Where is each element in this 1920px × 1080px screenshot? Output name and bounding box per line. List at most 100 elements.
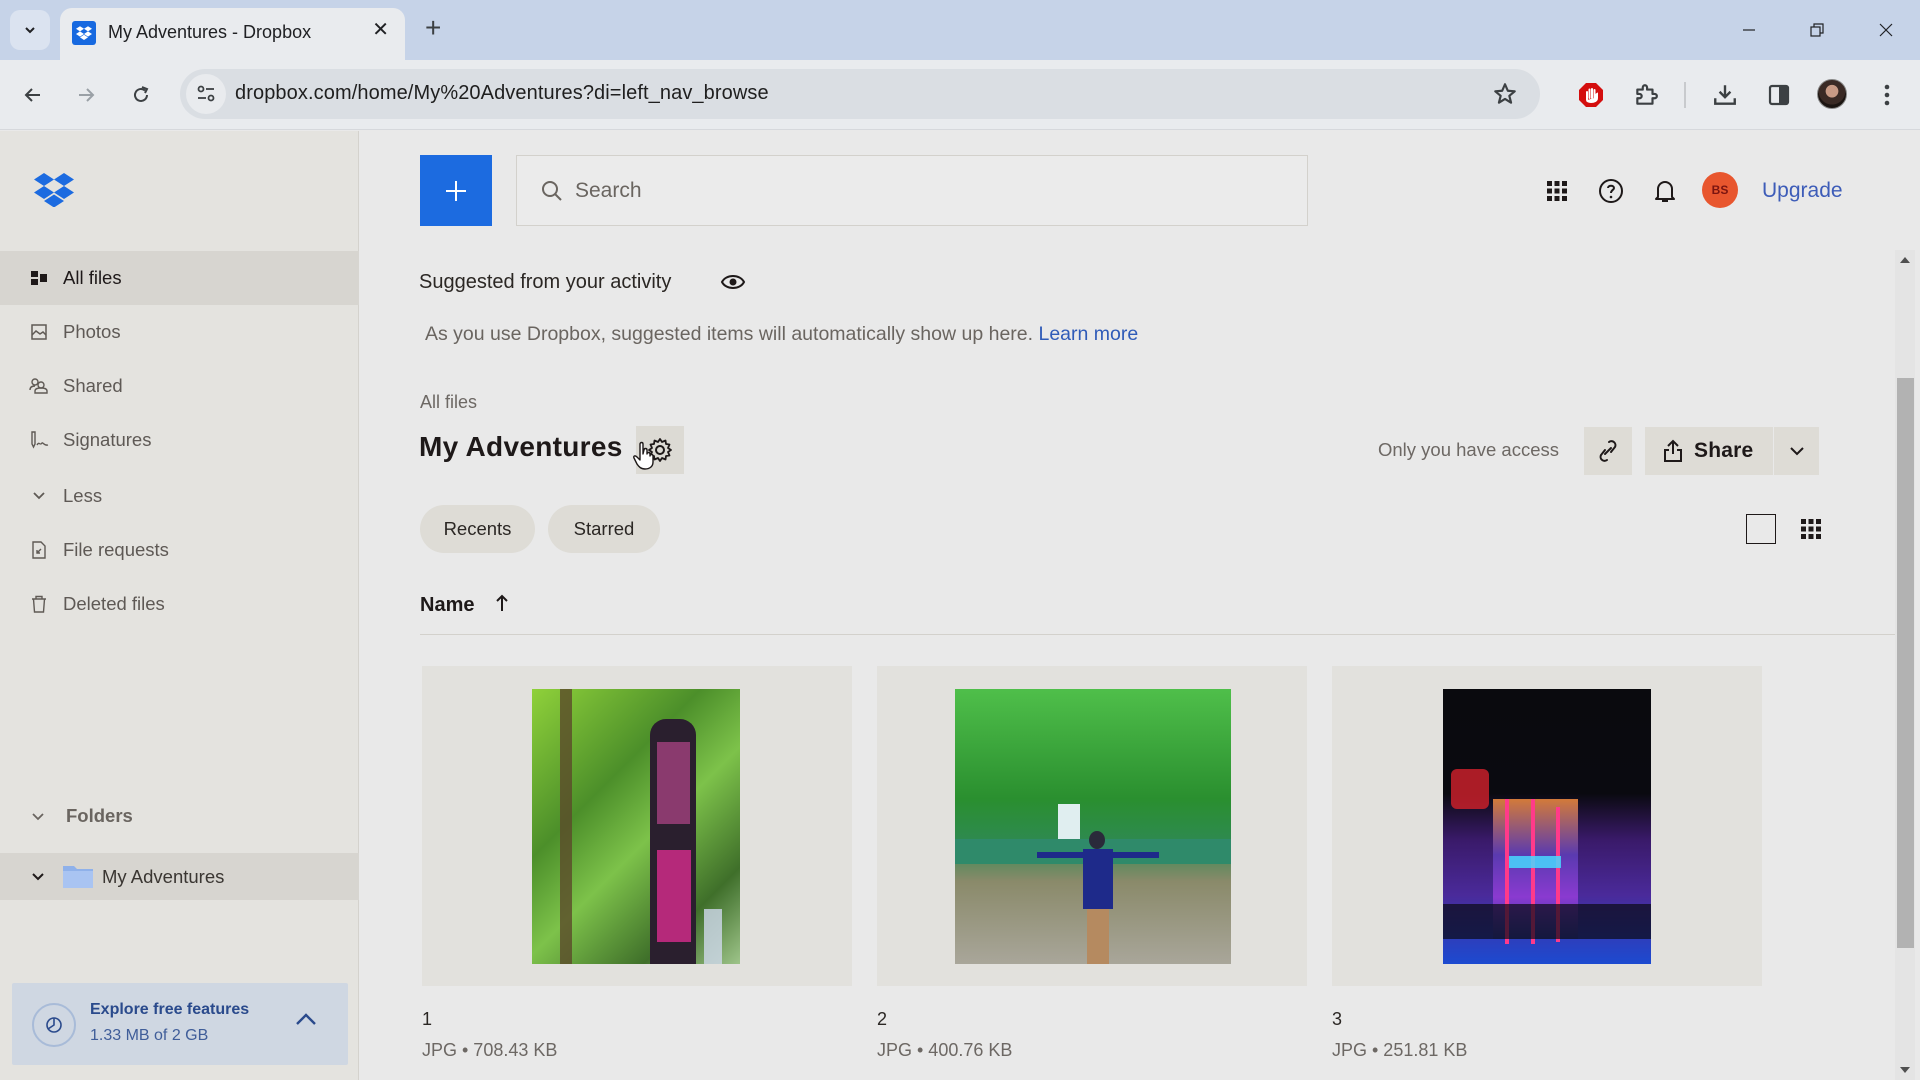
- learn-more-link[interactable]: Learn more: [1038, 323, 1138, 345]
- sidebar-item-label: Shared: [63, 375, 123, 396]
- bookmark-star-icon[interactable]: [1492, 81, 1518, 112]
- hand-cursor-icon: [633, 441, 654, 470]
- waterfall: [1058, 804, 1080, 839]
- crowd: [1443, 904, 1651, 939]
- sidebar-item-shared[interactable]: Shared: [0, 359, 359, 413]
- sort-ascending-arrow-icon[interactable]: [494, 593, 510, 613]
- sidebar-item-less[interactable]: Less: [0, 469, 359, 523]
- file-requests-icon: [28, 539, 50, 561]
- address-bar[interactable]: dropbox.com/home/My%20Adventures?di=left…: [180, 69, 1540, 119]
- dropbox-favicon: [72, 21, 96, 45]
- suggested-text: As you use Dropbox, suggested items will…: [425, 323, 1034, 345]
- dropbox-logo[interactable]: [34, 173, 74, 212]
- new-tab-icon[interactable]: +: [425, 14, 441, 42]
- profile-avatar[interactable]: [1817, 79, 1847, 109]
- eye-icon[interactable]: [720, 271, 746, 293]
- user-avatar[interactable]: BS: [1702, 172, 1738, 208]
- sidebar-item-label: Signatures: [63, 429, 152, 450]
- tree-trunk: [560, 689, 572, 964]
- forward-icon[interactable]: [67, 76, 105, 114]
- grid-view-icon[interactable]: [1800, 518, 1822, 540]
- tab-list-button[interactable]: [10, 10, 50, 50]
- scrollbar-thumb[interactable]: [1897, 378, 1914, 948]
- filter-chip-recents[interactable]: Recents: [420, 505, 535, 553]
- file-card[interactable]: [877, 666, 1307, 986]
- file-meta: JPG • 400.76 KB: [877, 1040, 1013, 1060]
- search-icon: [542, 181, 562, 201]
- site-info-icon[interactable]: [186, 74, 226, 114]
- menu-icon[interactable]: [1868, 76, 1906, 114]
- coca-cola-sign: [1451, 769, 1489, 809]
- notifications-bell-icon[interactable]: [1650, 176, 1680, 206]
- file-card[interactable]: [1332, 666, 1762, 986]
- folder-tree-item-my-adventures[interactable]: My Adventures: [0, 853, 359, 900]
- file-name[interactable]: 1: [422, 1009, 432, 1030]
- sidebar-item-label: Photos: [63, 321, 121, 342]
- sidebar: All files Photos Shared Signatures Less …: [0, 131, 359, 1080]
- chevron-up-icon[interactable]: [294, 1011, 318, 1027]
- folders-section-toggle[interactable]: Folders: [0, 795, 359, 839]
- sidebar-item-file-requests[interactable]: File requests: [0, 523, 359, 577]
- filter-chip-starred[interactable]: Starred: [548, 505, 660, 553]
- help-icon[interactable]: [1596, 176, 1626, 206]
- chevron-down-icon[interactable]: [31, 872, 45, 882]
- create-new-button[interactable]: [420, 155, 492, 226]
- photos-icon: [28, 321, 50, 343]
- hiker-arms: [1037, 852, 1159, 858]
- window-close-icon[interactable]: [1866, 12, 1906, 48]
- plus-icon: [446, 180, 466, 201]
- explore-free-features-panel[interactable]: Explore free features 1.33 MB of 2 GB: [12, 983, 348, 1065]
- chevron-down-icon: [25, 27, 35, 34]
- sidebar-item-label: File requests: [63, 539, 169, 560]
- url-text[interactable]: dropbox.com/home/My%20Adventures?di=left…: [235, 82, 769, 105]
- minimize-icon[interactable]: [1729, 12, 1769, 48]
- scroll-down-arrow-icon[interactable]: [1895, 1060, 1915, 1080]
- browser-tab-active[interactable]: My Adventures - Dropbox ✕: [60, 8, 405, 60]
- suggested-description: As you use Dropbox, suggested items will…: [425, 323, 1138, 346]
- share-label: Share: [1694, 439, 1754, 462]
- signatures-icon: [28, 429, 50, 451]
- browser-tab-bar: My Adventures - Dropbox ✕ +: [0, 0, 1920, 60]
- reload-icon[interactable]: [122, 76, 160, 114]
- header-divider: [420, 634, 1896, 635]
- thumbnail-citywalk-night: [1443, 689, 1651, 964]
- trash-icon: [28, 593, 50, 615]
- close-icon[interactable]: ✕: [372, 20, 389, 40]
- restore-icon[interactable]: [1797, 12, 1837, 48]
- sidebar-item-all-files[interactable]: All files: [0, 251, 359, 305]
- file-card[interactable]: [422, 666, 852, 986]
- page-scrollbar[interactable]: [1895, 250, 1915, 1080]
- copy-link-button[interactable]: [1584, 427, 1632, 475]
- sidebar-item-deleted-files[interactable]: Deleted files: [0, 577, 359, 631]
- share-options-dropdown[interactable]: [1774, 427, 1819, 475]
- adblock-icon[interactable]: [1572, 76, 1610, 114]
- storage-usage-text: 1.33 MB of 2 GB: [90, 1027, 209, 1044]
- extensions-icon[interactable]: [1627, 76, 1665, 114]
- hiker-body: [1083, 849, 1113, 909]
- search-input[interactable]: Search: [516, 155, 1308, 226]
- file-name[interactable]: 3: [1332, 1009, 1342, 1030]
- share-button[interactable]: Share: [1645, 427, 1773, 475]
- sidebar-item-photos[interactable]: Photos: [0, 305, 359, 359]
- app-grid-icon[interactable]: [1542, 176, 1572, 206]
- signpost-lower-sign: [657, 850, 691, 942]
- back-icon[interactable]: [14, 76, 52, 114]
- share-upload-icon: [1664, 439, 1682, 462]
- scroll-up-arrow-icon[interactable]: [1895, 250, 1915, 270]
- storage-usage-icon: [32, 1003, 76, 1047]
- side-panel-icon[interactable]: [1760, 76, 1798, 114]
- hiker-head: [1089, 831, 1105, 849]
- breadcrumb-all-files[interactable]: All files: [420, 392, 477, 413]
- link-icon: [1599, 440, 1617, 462]
- downloads-icon[interactable]: [1706, 76, 1744, 114]
- upgrade-link[interactable]: Upgrade: [1762, 179, 1843, 203]
- list-view-toggle[interactable]: [1746, 514, 1776, 544]
- folders-heading: Folders: [66, 805, 133, 826]
- chevron-down-icon: [32, 813, 44, 821]
- browser-toolbar: dropbox.com/home/My%20Adventures?di=left…: [0, 60, 1920, 130]
- folder-tree-label: My Adventures: [102, 866, 225, 887]
- file-name[interactable]: 2: [877, 1009, 887, 1030]
- sort-by-name-header[interactable]: Name: [420, 594, 474, 617]
- sidebar-item-signatures[interactable]: Signatures: [0, 413, 359, 467]
- file-meta: JPG • 251.81 KB: [1332, 1040, 1468, 1060]
